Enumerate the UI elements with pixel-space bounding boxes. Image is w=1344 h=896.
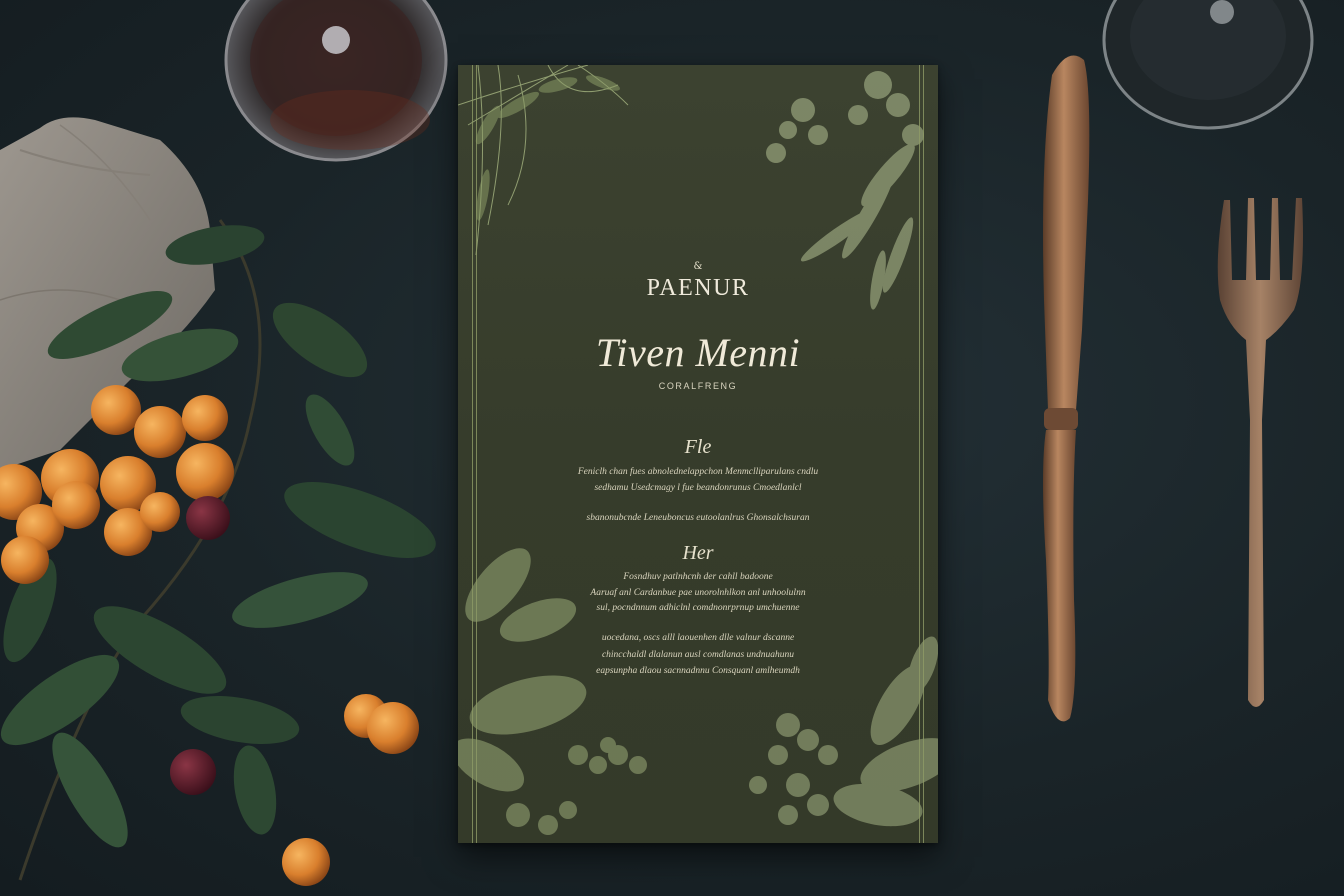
wine-glass bbox=[224, 0, 448, 162]
brand-mark: & bbox=[693, 261, 703, 272]
orange-berries bbox=[0, 385, 419, 886]
menu-item-description: sul, pocndnnum adhiclnl comdnonrprnup um… bbox=[596, 603, 800, 613]
section-heading: Fle bbox=[684, 436, 712, 458]
menu-title: Tiven Menni bbox=[595, 330, 801, 375]
fork bbox=[1217, 198, 1303, 707]
fern-leaves-top-left bbox=[475, 75, 621, 221]
knife bbox=[1043, 55, 1090, 722]
water-glass bbox=[1102, 0, 1314, 130]
menu-item-description: uocedana, oscs alll laouenhen dlle valnu… bbox=[601, 633, 795, 643]
foliage-bottom-right bbox=[749, 636, 938, 827]
menu-card: & PAENUR Tiven Menni CORALFRENG Fle Feni… bbox=[458, 65, 938, 843]
section-heading: Her bbox=[682, 542, 714, 564]
brand-name: PAENUR bbox=[646, 275, 750, 301]
menu-item-description: eapsunpha dlaou sacnnadnnu Consquanl aml… bbox=[596, 666, 800, 676]
menu-item-description: sedhamu Usedcmagy l fue beandonrunus Cmo… bbox=[594, 483, 802, 493]
menu-item-description: chincchaldl dlalanun ausl comdlanas undn… bbox=[601, 650, 795, 660]
menu-item-description: sbanonubcnde Leneuboncus eutoolanlrus Gh… bbox=[586, 513, 810, 523]
table-scene: & PAENUR Tiven Menni CORALFRENG Fle Feni… bbox=[0, 0, 1344, 896]
menu-subtitle: CORALFRENG bbox=[658, 381, 738, 391]
menu-item-description: Aaruaf anl Cardanbue pae unorolnhlkon an… bbox=[590, 588, 806, 598]
menu-item-description: Fosndhuv patlnhcnh der cahll badoone bbox=[623, 572, 773, 582]
menu-item-description: Feniclh chan fues abnolednelappchon Menm… bbox=[577, 467, 819, 477]
